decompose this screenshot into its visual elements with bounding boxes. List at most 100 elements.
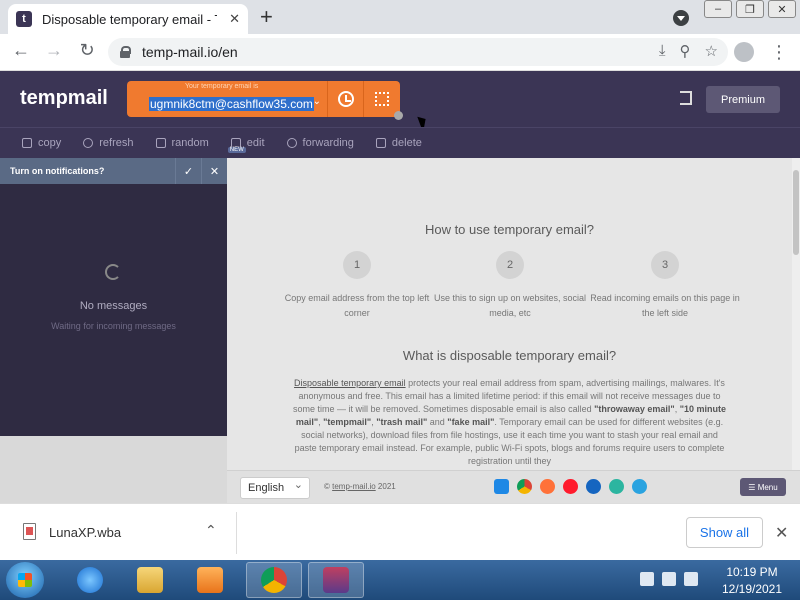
random-button[interactable]: random: [155, 137, 209, 149]
copyright-year: 2021: [375, 482, 396, 491]
forwarding-button[interactable]: forwarding: [286, 137, 354, 149]
tab-search-icon[interactable]: [673, 10, 689, 26]
loading-spinner-icon: [105, 264, 121, 280]
what-is-heading: What is disposable temporary email?: [402, 348, 617, 363]
site-link[interactable]: temp-mail.io: [332, 482, 376, 491]
refresh-button[interactable]: refresh: [83, 137, 134, 149]
site-footer: English © temp-mail.io 2021 ☰ Menu: [227, 470, 800, 503]
menu-kebab-icon[interactable]: ⋮: [770, 42, 788, 63]
start-button[interactable]: [6, 562, 44, 598]
chrome-icon[interactable]: [517, 479, 532, 494]
opera-icon[interactable]: [563, 479, 578, 494]
firefox-icon[interactable]: [540, 479, 555, 494]
reload-icon[interactable]: ↻: [75, 40, 99, 61]
url-text[interactable]: temp-mail.io/en: [142, 44, 238, 60]
network-icon[interactable]: [662, 572, 676, 586]
taskbar-ie[interactable]: [62, 562, 118, 598]
no-messages-text: No messages: [79, 300, 148, 312]
downloads-bar: LunaXP.wba ⌃ Show all ✕: [0, 503, 800, 560]
volume-icon[interactable]: [684, 572, 698, 586]
step-2: 2 Use this to sign up on websites, socia…: [430, 251, 590, 321]
edit-button[interactable]: NEW edit: [227, 137, 265, 153]
install-icon[interactable]: ⤓: [659, 42, 666, 60]
page-scrollbar[interactable]: [792, 158, 800, 470]
zoom-icon[interactable]: ⚲: [680, 42, 691, 60]
what-is-paragraph: Disposable temporary email protects your…: [292, 377, 727, 468]
history-button[interactable]: [327, 81, 363, 117]
browser-tab[interactable]: t Disposable temporary email - Te ✕: [8, 4, 248, 34]
copy-button[interactable]: copy: [22, 137, 61, 149]
history-clock-icon: [337, 91, 354, 107]
action-center-icon[interactable]: [640, 572, 654, 586]
email-address-value[interactable]: ugmnik8ctm@cashflow35.com: [149, 97, 314, 111]
bookmark-star-icon[interactable]: ☆: [705, 42, 718, 60]
scroll-thumb[interactable]: [793, 170, 799, 255]
download-file-name[interactable]: LunaXP.wba: [49, 525, 121, 540]
login-icon[interactable]: [680, 91, 692, 105]
language-select[interactable]: English: [240, 475, 310, 499]
step-number: 3: [651, 251, 679, 279]
chevron-up-icon[interactable]: ⌃: [205, 522, 217, 539]
close-icon[interactable]: ✕: [201, 158, 227, 184]
refresh-icon: [83, 138, 94, 148]
address-bar[interactable]: temp-mail.io/en ⤓ ⚲ ☆: [108, 38, 728, 66]
close-icon[interactable]: ✕: [775, 523, 788, 543]
new-tab-icon[interactable]: +: [260, 6, 273, 28]
app-store-icon[interactable]: [494, 479, 509, 494]
media-player-icon: [197, 567, 223, 593]
window-controls: – ❐ ✕: [704, 0, 796, 18]
step-text: Use this to sign up on websites, social …: [433, 293, 587, 318]
minimize-icon[interactable]: –: [704, 0, 732, 18]
step-1: 1 Copy email address from the top left c…: [277, 251, 437, 321]
site-logo[interactable]: tempmail: [20, 87, 108, 110]
show-all-button[interactable]: Show all: [686, 517, 763, 548]
restore-icon[interactable]: ❐: [736, 0, 764, 18]
step-number: 1: [343, 251, 371, 279]
lock-icon[interactable]: [120, 46, 131, 58]
back-icon[interactable]: ←: [9, 40, 33, 61]
new-badge: NEW: [227, 147, 246, 153]
copy-label: copy: [38, 137, 62, 149]
menu-button[interactable]: ☰ Menu: [740, 478, 786, 496]
premium-button[interactable]: Premium: [706, 86, 780, 113]
file-icon[interactable]: [23, 523, 36, 540]
email-caption: Your temporary email is: [185, 83, 259, 90]
forwarding-icon: [286, 138, 297, 148]
howto-heading: How to use temporary email?: [424, 222, 595, 237]
copy-icon: [22, 138, 32, 148]
disposable-email-link[interactable]: Disposable temporary email: [294, 378, 406, 388]
step-text: Copy email address from the top left cor…: [284, 293, 430, 318]
edit-label: edit: [246, 137, 265, 149]
chevron-down-icon[interactable]: ⌄: [313, 96, 321, 107]
notification-text: Turn on notifications?: [10, 166, 105, 176]
copyright: © temp-mail.io 2021: [324, 482, 396, 491]
taskbar-media-player[interactable]: [182, 562, 238, 598]
taskbar-explorer[interactable]: [122, 562, 178, 598]
email-actions-bar: copy refresh random NEW edit forwarding …: [0, 127, 800, 158]
forwarding-label: forwarding: [302, 137, 354, 149]
taskbar-winrar[interactable]: [308, 562, 364, 598]
edge-icon[interactable]: [609, 479, 624, 494]
keyword: "throwaway email": [594, 404, 675, 414]
step-text: Read incoming emails on this page in the…: [590, 293, 740, 318]
email-address-box[interactable]: Your temporary email is ugmnik8ctm@cashf…: [127, 81, 327, 117]
clock-time[interactable]: 10:19 PM: [712, 565, 792, 579]
window-close-icon[interactable]: ✕: [768, 0, 796, 18]
profile-avatar-icon[interactable]: [734, 42, 754, 62]
copyright-symbol: ©: [324, 482, 333, 491]
hamburger-icon: ☰: [748, 482, 758, 492]
ie-icon[interactable]: [586, 479, 601, 494]
site-header: tempmail Your temporary email is ugmnik8…: [0, 71, 800, 133]
forward-icon[interactable]: →: [42, 40, 66, 61]
menu-label: Menu: [757, 482, 778, 492]
check-icon[interactable]: ✓: [175, 158, 201, 184]
delete-button[interactable]: delete: [375, 137, 422, 149]
taskbar-chrome[interactable]: [246, 562, 302, 598]
telegram-icon[interactable]: [632, 479, 647, 494]
windows-taskbar: 10:19 PM 12/19/2021: [0, 560, 800, 600]
tab-close-icon[interactable]: ✕: [229, 11, 240, 27]
keyword: "tempmail": [323, 417, 372, 427]
clock-date[interactable]: 12/19/2021: [712, 582, 792, 596]
main-content: How to use temporary email? 1 Copy email…: [227, 158, 800, 470]
tab-title: Disposable temporary email - Te: [42, 11, 217, 27]
